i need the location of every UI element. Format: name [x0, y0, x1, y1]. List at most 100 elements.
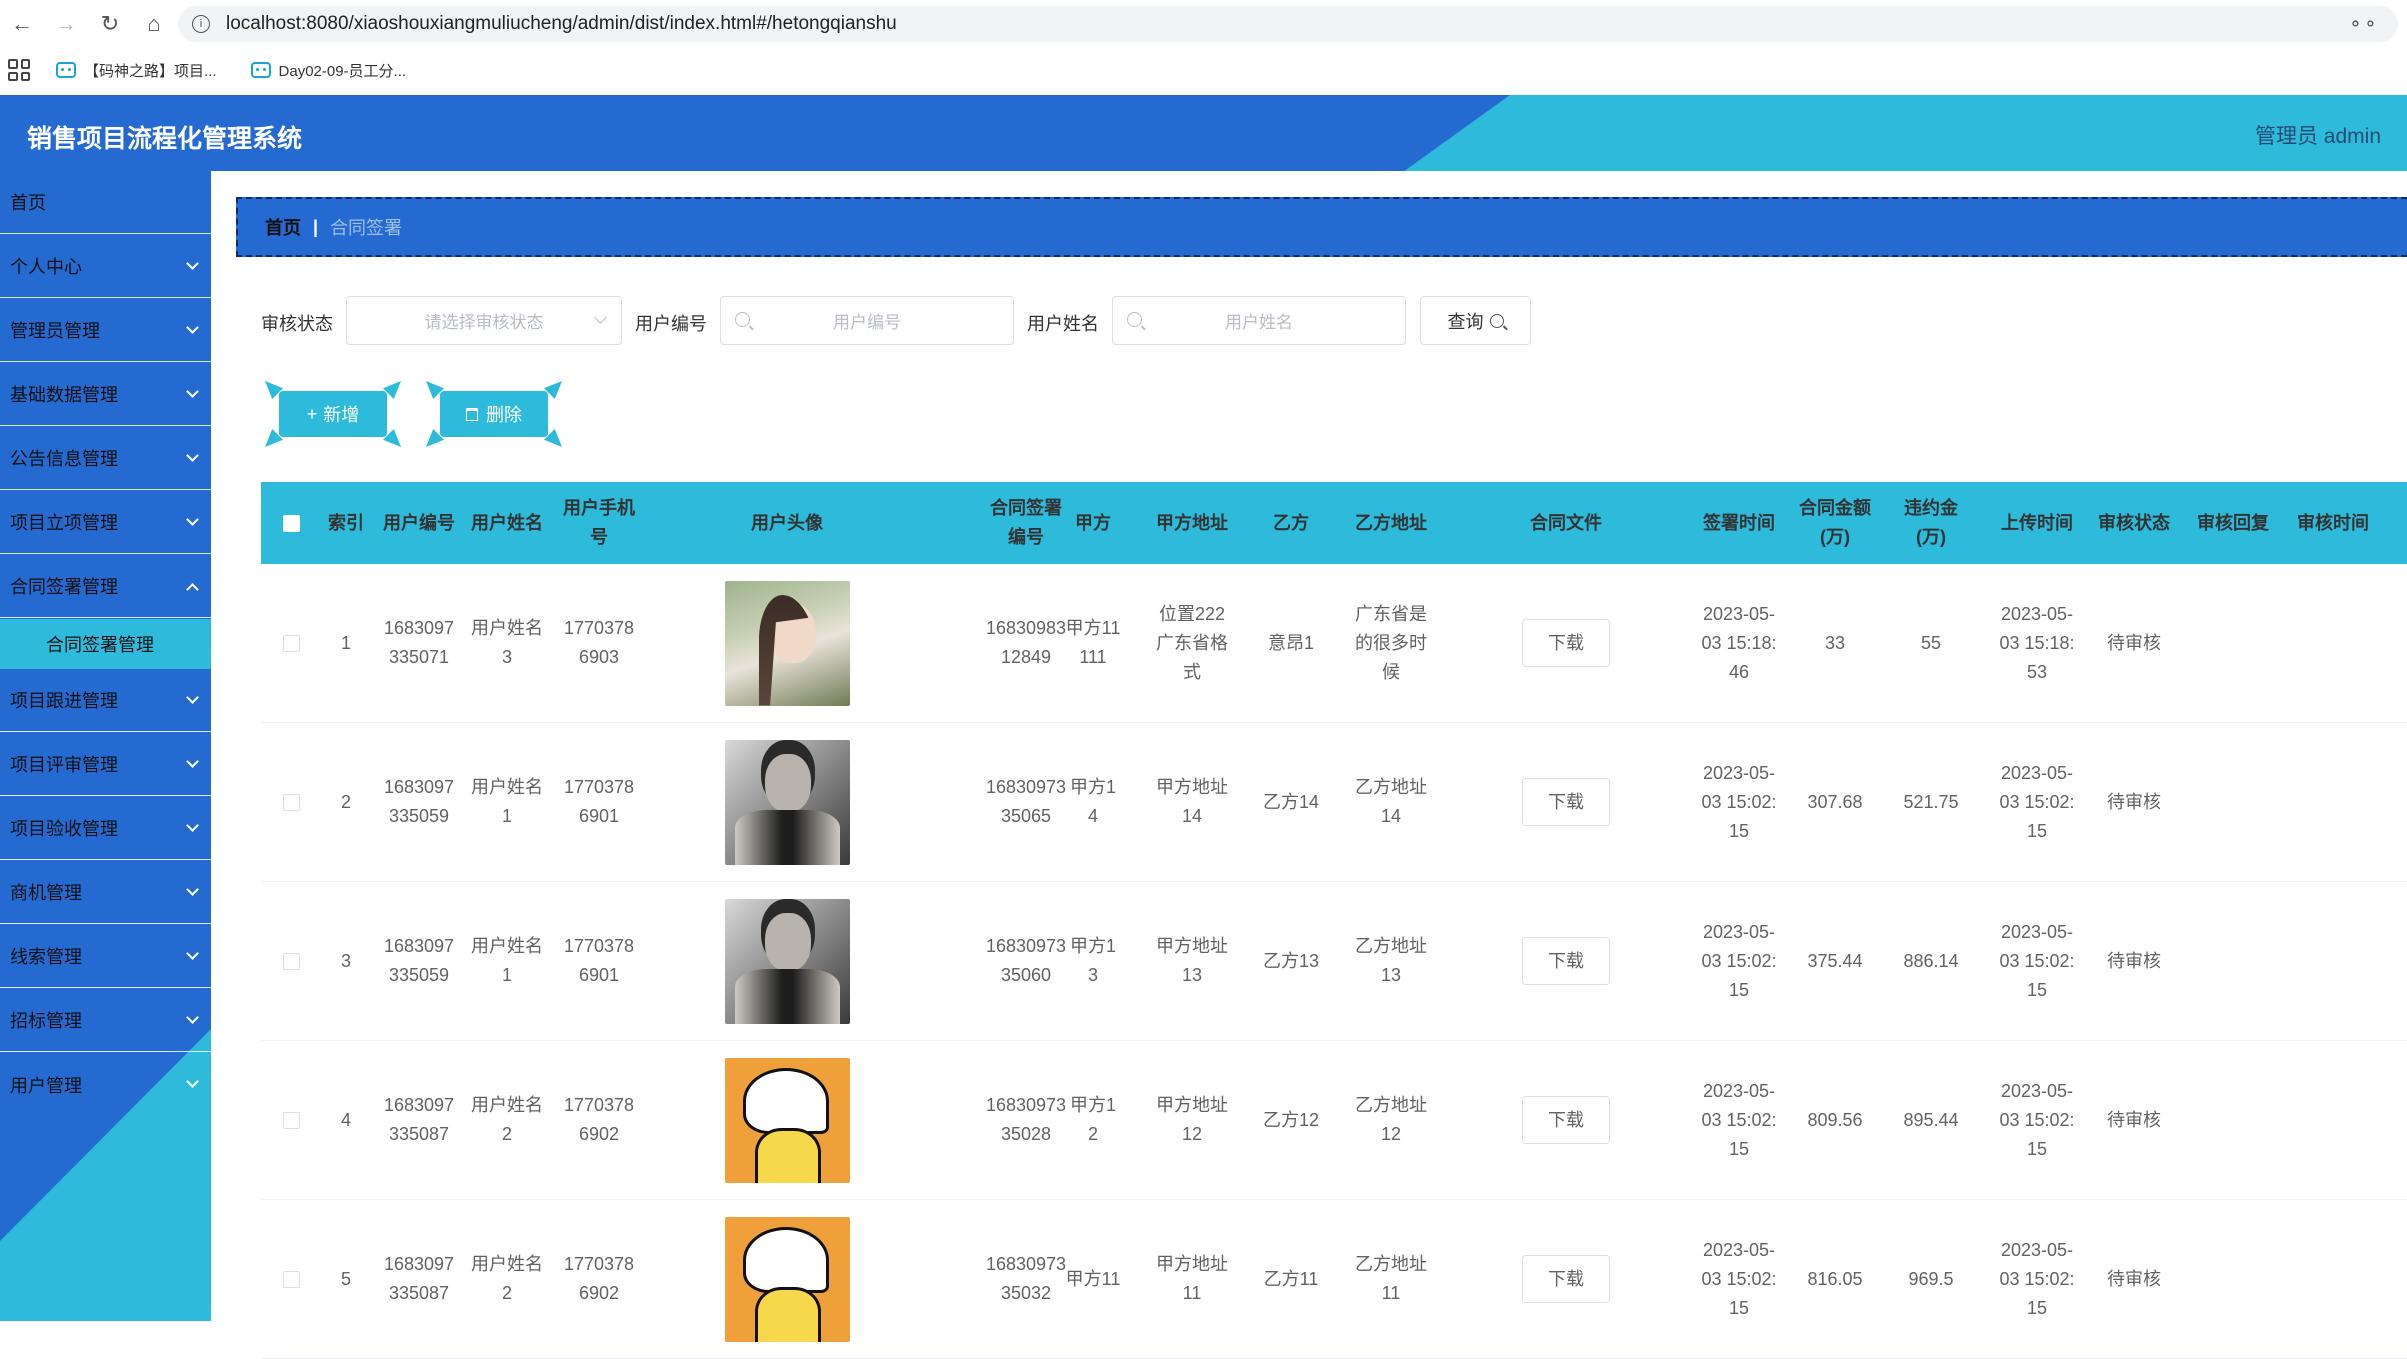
chevron-down-icon	[186, 1011, 199, 1024]
bookmark-item[interactable]: 【码神之路】项目...	[56, 60, 217, 81]
table-row[interactable]: 4 1683097335087 用户姓名2 17703786902 168309…	[261, 1041, 2407, 1200]
row-checkbox[interactable]	[282, 634, 300, 652]
user-avatar[interactable]	[724, 1057, 850, 1183]
table-row[interactable]: 5 1683097335087 用户姓名2 17703786902 168309…	[261, 1200, 2407, 1359]
download-button[interactable]: 下载	[1522, 619, 1610, 667]
user-name-input[interactable]: 用户姓名	[1112, 296, 1406, 345]
column-header[interactable]: 合同金额(万)	[1787, 482, 1883, 564]
table-row[interactable]: 1 1683097335071 用户姓名3 17703786903 168309…	[261, 564, 2407, 723]
cell-audit-time	[2283, 1041, 2383, 1199]
sidebar-item-leads[interactable]: 线索管理	[0, 925, 211, 988]
extension-icon[interactable]: ⚬⚬	[2348, 14, 2378, 35]
download-button[interactable]: 下载	[1522, 778, 1610, 826]
reload-icon[interactable]: ↻	[88, 2, 132, 46]
column-header[interactable]: 用户姓名	[457, 482, 557, 564]
row-checkbox[interactable]	[282, 952, 300, 970]
column-header[interactable]: 用户头像	[637, 482, 937, 564]
sidebar-item-label: 合同签署管理	[10, 577, 118, 597]
cell-avatar	[637, 564, 937, 722]
column-header[interactable]: 乙方地址	[1341, 482, 1441, 564]
sidebar-item-label: 首页	[10, 193, 46, 213]
table-row[interactable]: 2 1683097335059 用户姓名1 17703786901 168309…	[261, 723, 2407, 882]
cell-audit-time	[2283, 1200, 2383, 1358]
column-header[interactable]: 审核回复	[2183, 482, 2283, 564]
query-button[interactable]: 查询	[1420, 296, 1531, 345]
home-icon[interactable]: ⌂	[132, 2, 176, 46]
column-header[interactable]: 甲方	[1043, 482, 1143, 564]
cell-reply	[2183, 882, 2283, 1040]
cell-penalty: 895.44	[1903, 1109, 1959, 1130]
cell-avatar	[637, 1041, 937, 1199]
status-select[interactable]: 请选择审核状态	[346, 296, 622, 345]
sidebar-item-project-follow[interactable]: 项目跟进管理	[0, 669, 211, 732]
submenu-item-contract-sign[interactable]: 合同签署管理	[0, 619, 211, 669]
select-all-checkbox[interactable]	[282, 514, 300, 532]
row-checkbox[interactable]	[282, 1111, 300, 1129]
sidebar-item-project-accept[interactable]: 项目验收管理	[0, 797, 211, 860]
breadcrumb-separator: |	[313, 216, 319, 237]
user-avatar[interactable]	[724, 1216, 850, 1342]
cell-reply	[2183, 564, 2283, 722]
sidebar-item-home[interactable]: 首页	[0, 171, 211, 234]
apps-icon[interactable]	[8, 59, 30, 81]
column-header[interactable]: 审核状态	[2085, 482, 2183, 564]
sidebar-item-admin[interactable]: 管理员管理	[0, 299, 211, 362]
sidebar-item-notice[interactable]: 公告信息管理	[0, 427, 211, 490]
sidebar-item-basic-data[interactable]: 基础数据管理	[0, 363, 211, 426]
current-user[interactable]: 管理员 admin	[2255, 120, 2381, 150]
sidebar-item-contract[interactable]: 合同签署管理	[0, 555, 211, 618]
column-header[interactable]: 签署时间	[1691, 482, 1787, 564]
column-header[interactable]: 合同文件	[1441, 482, 1691, 564]
query-button-label: 查询	[1447, 311, 1484, 332]
download-button[interactable]: 下载	[1522, 937, 1610, 985]
row-checkbox[interactable]	[282, 1270, 300, 1288]
table-row[interactable]: 3 1683097335059 用户姓名1 17703786901 168309…	[261, 882, 2407, 1041]
cell-sign-time: 2023-05-03 15:02:15	[1701, 1080, 1777, 1159]
cell-user-name: 用户姓名3	[471, 618, 543, 667]
breadcrumb-home[interactable]: 首页	[265, 214, 301, 240]
add-button[interactable]: + 新增	[265, 381, 401, 447]
column-header[interactable]: 上传时间	[1989, 482, 2085, 564]
chevron-down-icon	[186, 1075, 199, 1088]
download-button[interactable]: 下载	[1522, 1096, 1610, 1144]
forward-icon[interactable]: →	[44, 2, 88, 46]
column-header[interactable]: 用户编号	[381, 482, 457, 564]
back-icon[interactable]: ←	[0, 2, 44, 46]
bookmark-item[interactable]: Day02-09-员工分...	[250, 60, 406, 81]
column-header[interactable]: 违约金(万)	[1883, 482, 1979, 564]
chevron-down-icon	[186, 321, 199, 334]
delete-button[interactable]: 删除	[426, 381, 562, 447]
column-header[interactable]: 审核时间	[2283, 482, 2383, 564]
cell-contract-file: 下载	[1441, 723, 1691, 881]
user-avatar[interactable]	[724, 580, 850, 706]
cell-audit-time	[2283, 723, 2383, 881]
chevron-down-icon	[186, 385, 199, 398]
cell-party-b: 乙方12	[1262, 1109, 1320, 1130]
column-header[interactable]: 甲方地址	[1141, 482, 1243, 564]
chevron-down-icon	[186, 691, 199, 704]
site-info-icon[interactable]: i	[192, 15, 210, 33]
sidebar-item-label: 个人中心	[10, 257, 82, 277]
column-header[interactable]: 索引	[321, 482, 371, 564]
user-no-input[interactable]: 用户编号	[720, 296, 1014, 345]
sidebar-item-project-review[interactable]: 项目评审管理	[0, 733, 211, 796]
cell-party-a-address: 甲方地址14	[1156, 777, 1228, 826]
column-header[interactable]: 用户手机号	[561, 482, 637, 564]
row-checkbox[interactable]	[282, 793, 300, 811]
address-bar[interactable]: i localhost:8080/xiaoshouxiangmuliucheng…	[178, 6, 2398, 42]
cell-user-no: 1683097335087	[383, 1095, 455, 1144]
bookmark-label: 【码神之路】项目...	[84, 62, 217, 80]
sidebar-item-opportunity[interactable]: 商机管理	[0, 861, 211, 924]
cell-phone: 17703786901	[563, 777, 635, 826]
sidebar-item-profile[interactable]: 个人中心	[0, 235, 211, 298]
sidebar-item-project-setup[interactable]: 项目立项管理	[0, 491, 211, 554]
user-no-placeholder: 用户编号	[833, 313, 901, 332]
column-header[interactable]: 乙方	[1241, 482, 1341, 564]
user-avatar[interactable]	[724, 739, 850, 865]
sidebar-item-bidding[interactable]: 招标管理	[0, 989, 211, 1052]
cell-party-a: 甲方13	[1069, 936, 1116, 985]
sidebar-item-users[interactable]: 用户管理	[0, 1053, 211, 1116]
breadcrumb: 首页 | 合同签署	[236, 197, 2407, 257]
download-button[interactable]: 下载	[1522, 1255, 1610, 1303]
user-avatar[interactable]	[724, 898, 850, 1024]
